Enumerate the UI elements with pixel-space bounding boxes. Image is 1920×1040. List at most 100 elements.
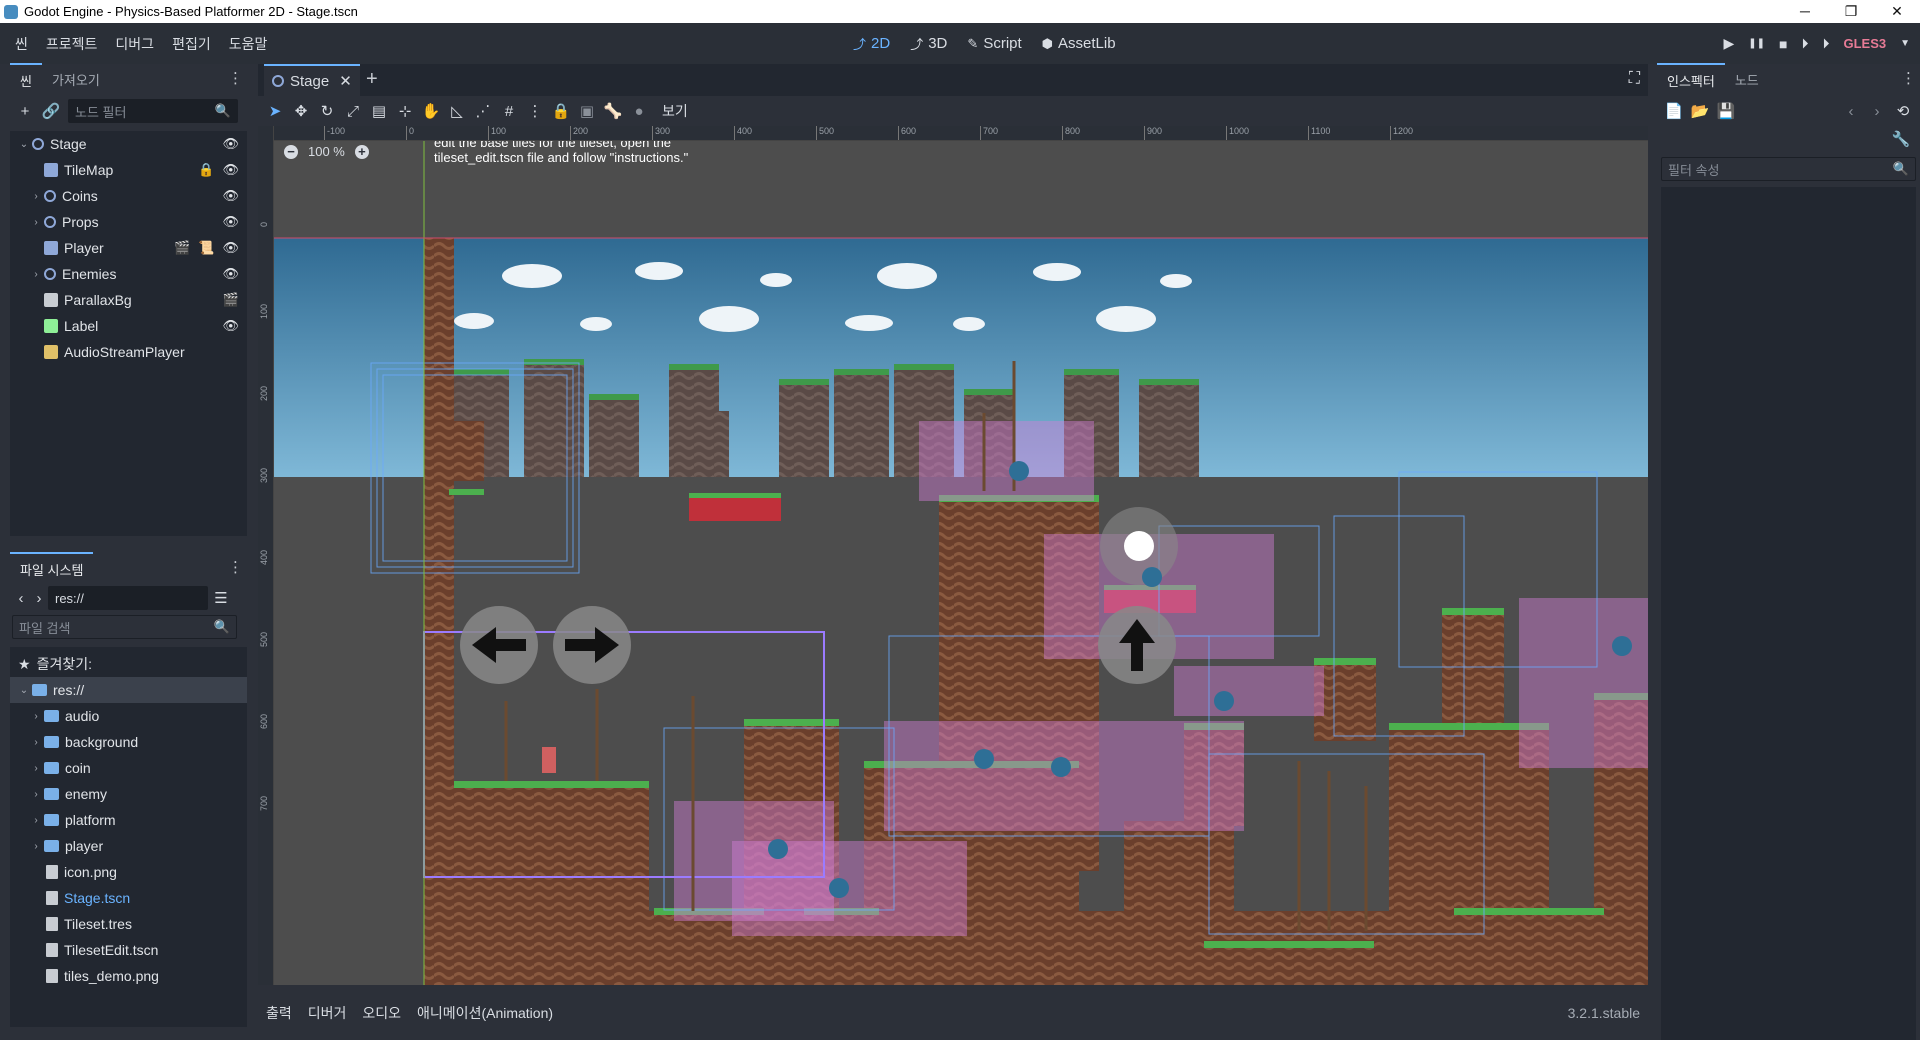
- ruler-mode-icon[interactable]: ◺: [444, 98, 470, 124]
- list-select-icon[interactable]: ▤: [366, 98, 392, 124]
- file-item[interactable]: › player: [10, 833, 247, 859]
- file-item[interactable]: Tileset.tres: [10, 911, 247, 937]
- file-item[interactable]: › platform: [10, 807, 247, 833]
- menu-editor[interactable]: 편집기: [163, 34, 220, 54]
- chevron-right-icon[interactable]: ›: [30, 217, 42, 228]
- file-item[interactable]: TilesetEdit.tscn: [10, 937, 247, 963]
- pivot-mode-icon[interactable]: ⊹: [392, 98, 418, 124]
- 2d-canvas[interactable]: − 100 % + edit the base tiles for the ti…: [274, 141, 1648, 985]
- visibility-icon[interactable]: 👁: [222, 188, 239, 204]
- visibility-icon[interactable]: 👁: [222, 318, 239, 334]
- visibility-icon[interactable]: 👁: [222, 240, 239, 256]
- menu-scene[interactable]: 씬: [6, 34, 37, 54]
- rotate-mode-icon[interactable]: ↻: [314, 98, 340, 124]
- scene-node-stage[interactable]: ⌄ Stage 👁: [10, 131, 247, 157]
- renderer-select[interactable]: GLES3: [1843, 36, 1886, 51]
- scene-node-audiostreamplayer[interactable]: AudioStreamPlayer: [10, 339, 247, 365]
- chevron-right-icon[interactable]: ›: [30, 789, 42, 800]
- chevron-right-icon[interactable]: ›: [30, 191, 42, 202]
- scene-icon[interactable]: 🎬: [223, 292, 239, 308]
- instance-scene-icon[interactable]: 🔗: [38, 98, 64, 124]
- filesystem-menu-icon[interactable]: ⋮: [228, 560, 243, 575]
- snap-options-icon[interactable]: ⋮: [522, 98, 548, 124]
- workspace-2d[interactable]: ⤴ 2D: [845, 34, 898, 53]
- file-item[interactable]: icon.png: [10, 859, 247, 885]
- smart-snap-icon[interactable]: ⋰: [470, 98, 496, 124]
- chevron-right-icon[interactable]: ›: [30, 841, 42, 852]
- skeleton-icon[interactable]: 🦴: [600, 98, 626, 124]
- zoom-in-icon[interactable]: +: [354, 144, 369, 159]
- chevron-down-icon[interactable]: ⌄: [18, 139, 30, 150]
- chevron-right-icon[interactable]: ›: [30, 737, 42, 748]
- grid-snap-icon[interactable]: #: [496, 98, 522, 124]
- add-node-icon[interactable]: +: [12, 98, 38, 124]
- select-mode-icon[interactable]: ➤: [262, 98, 288, 124]
- visibility-icon[interactable]: 👁: [222, 266, 239, 282]
- menu-project[interactable]: 프로젝트: [37, 34, 107, 54]
- load-resource-icon[interactable]: 📂: [1687, 98, 1713, 124]
- visibility-icon[interactable]: 👁: [222, 214, 239, 230]
- stop-icon[interactable]: ■: [1779, 36, 1787, 52]
- script-icon[interactable]: 📜: [198, 240, 214, 256]
- inspector-menu-icon[interactable]: ⋮: [1901, 71, 1916, 86]
- pause-icon[interactable]: ❚❚: [1748, 38, 1765, 49]
- scene-node-props[interactable]: › Props 👁: [10, 209, 247, 235]
- file-item[interactable]: › coin: [10, 755, 247, 781]
- move-mode-icon[interactable]: ✥: [288, 98, 314, 124]
- zoom-out-icon[interactable]: −: [284, 144, 298, 159]
- file-item[interactable]: › enemy: [10, 781, 247, 807]
- chevron-down-icon[interactable]: ▼: [1900, 38, 1910, 49]
- lock-icon[interactable]: 🔒: [548, 98, 574, 124]
- file-item[interactable]: Stage.tscn: [10, 885, 247, 911]
- save-resource-icon[interactable]: 💾: [1713, 98, 1739, 124]
- forward-icon[interactable]: ›: [30, 585, 48, 611]
- tab-inspector[interactable]: 인스펙터: [1657, 62, 1725, 96]
- tab-node[interactable]: 노드: [1725, 64, 1769, 95]
- file-search-input[interactable]: 파일 검색 🔍: [12, 615, 237, 639]
- play-custom-icon[interactable]: ⏵: [1822, 35, 1829, 52]
- workspace-script[interactable]: ✎ Script: [959, 35, 1029, 52]
- tab-import[interactable]: 가져오기: [42, 64, 110, 95]
- scene-node-coins[interactable]: › Coins 👁: [10, 183, 247, 209]
- workspace-assetlib[interactable]: ⬢ AssetLib: [1034, 35, 1124, 52]
- scene-node-player[interactable]: Player 🎬 📜 👁: [10, 235, 247, 261]
- scene-dock-menu-icon[interactable]: ⋮: [228, 71, 243, 86]
- tab-filesystem[interactable]: 파일 시스템: [10, 551, 94, 585]
- list-view-icon[interactable]: ☰: [208, 585, 234, 611]
- scene-node-enemies[interactable]: › Enemies 👁: [10, 261, 247, 287]
- play-icon[interactable]: ▶: [1723, 35, 1734, 52]
- lock-icon[interactable]: 🔒: [198, 162, 214, 178]
- maximize-button[interactable]: ❐: [1828, 0, 1874, 23]
- file-item[interactable]: › audio: [10, 703, 247, 729]
- visibility-icon[interactable]: 👁: [222, 136, 239, 152]
- chevron-right-icon[interactable]: ›: [30, 269, 42, 280]
- visibility-icon[interactable]: 👁: [222, 162, 239, 178]
- minimize-button[interactable]: ─: [1782, 0, 1828, 23]
- close-tab-icon[interactable]: ✕: [339, 72, 352, 90]
- chevron-right-icon[interactable]: ›: [30, 815, 42, 826]
- history-back-icon[interactable]: ‹: [1838, 98, 1864, 124]
- menu-debug[interactable]: 디버그: [106, 34, 163, 54]
- workspace-3d[interactable]: ⤴ 3D: [902, 34, 955, 53]
- back-icon[interactable]: ‹: [12, 585, 30, 611]
- camera-icon[interactable]: ●: [626, 98, 652, 124]
- play-scene-icon[interactable]: ⏵: [1801, 35, 1808, 52]
- node-filter-input[interactable]: 노드 필터 🔍: [68, 99, 238, 123]
- scale-mode-icon[interactable]: ⤢: [340, 98, 366, 124]
- group-icon[interactable]: ▣: [574, 98, 600, 124]
- object-menu-icon[interactable]: 🔧: [1888, 126, 1914, 152]
- tab-audio[interactable]: 오디오: [354, 1003, 409, 1023]
- chevron-right-icon[interactable]: ›: [30, 711, 42, 722]
- favorites-row[interactable]: ★ 즐겨찾기:: [10, 651, 247, 677]
- tab-output[interactable]: 출력: [258, 1003, 300, 1023]
- tab-animation[interactable]: 애니메이션(Animation): [409, 1003, 561, 1023]
- pan-mode-icon[interactable]: ✋: [418, 98, 444, 124]
- tab-debugger[interactable]: 디버거: [300, 1003, 355, 1023]
- scene-node-tilemap[interactable]: TileMap 🔒 👁: [10, 157, 247, 183]
- menu-help[interactable]: 도움말: [220, 34, 277, 54]
- zoom-level[interactable]: 100 %: [308, 144, 345, 159]
- tab-stage[interactable]: Stage ✕: [264, 64, 360, 96]
- scene-node-parallaxbg[interactable]: ParallaxBg 🎬: [10, 287, 247, 313]
- path-field[interactable]: res://: [48, 586, 208, 610]
- tab-scene[interactable]: 씬: [10, 62, 42, 96]
